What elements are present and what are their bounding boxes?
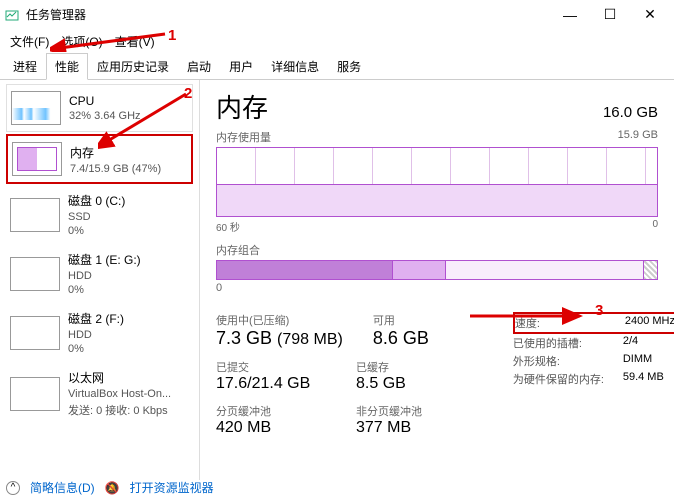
- tabbar: 进程 性能 应用历史记录 启动 用户 详细信息 服务: [0, 52, 674, 80]
- mem-details-table: 速度:2400 MHz 已使用的插槽:2/4 外形规格:DIMM 为硬件保留的内…: [513, 312, 674, 437]
- sidebar-item-ethernet[interactable]: 以太网VirtualBox Host-On...发送: 0 接收: 0 Kbps: [6, 363, 193, 424]
- page-title: 内存: [216, 88, 268, 125]
- disk-thumb: [10, 257, 60, 291]
- sidebar-item-disk0[interactable]: 磁盘 0 (C:)SSD0%: [6, 186, 193, 243]
- tab-services[interactable]: 服务: [328, 53, 370, 79]
- disk-thumb: [10, 316, 60, 350]
- tab-performance[interactable]: 性能: [46, 53, 88, 80]
- brief-info-link[interactable]: 简略信息(D): [30, 479, 95, 496]
- chevron-up-icon[interactable]: ^: [6, 481, 20, 495]
- tab-details[interactable]: 详细信息: [262, 53, 328, 79]
- net-thumb: [10, 377, 60, 411]
- menubar: 文件(F) 选项(O) 查看(V): [0, 30, 674, 52]
- sidebar-item-disk2[interactable]: 磁盘 2 (F:)HDD0%: [6, 304, 193, 361]
- minimize-button[interactable]: —: [550, 0, 590, 30]
- monitor-icon: 🔕: [105, 481, 120, 495]
- window-title: 任务管理器: [26, 6, 550, 23]
- tab-users[interactable]: 用户: [220, 53, 262, 79]
- tab-startup[interactable]: 启动: [178, 53, 220, 79]
- mem-composition-chart: [216, 260, 658, 280]
- app-icon: [4, 7, 20, 23]
- menu-view[interactable]: 查看(V): [109, 31, 161, 52]
- mem-usage-chart: [216, 147, 658, 217]
- perf-sidebar: CPU32% 3.64 GHz 内存7.4/15.9 GB (47%) 磁盘 0…: [0, 80, 200, 480]
- cpu-thumb: [11, 91, 61, 125]
- sidebar-item-cpu[interactable]: CPU32% 3.64 GHz: [6, 84, 193, 132]
- menu-options[interactable]: 选项(O): [55, 31, 108, 52]
- maximize-button[interactable]: ☐: [590, 0, 630, 30]
- close-button[interactable]: ✕: [630, 0, 670, 30]
- mem-thumb: [12, 142, 62, 176]
- tab-processes[interactable]: 进程: [4, 53, 46, 79]
- mem-speed: 2400 MHz: [625, 315, 674, 331]
- tab-history[interactable]: 应用历史记录: [88, 53, 178, 79]
- disk-thumb: [10, 198, 60, 232]
- sidebar-item-disk1[interactable]: 磁盘 1 (E: G:)HDD0%: [6, 245, 193, 302]
- open-resource-monitor-link[interactable]: 打开资源监视器: [130, 479, 214, 496]
- sidebar-item-memory[interactable]: 内存7.4/15.9 GB (47%): [6, 134, 193, 184]
- mem-total: 16.0 GB: [603, 104, 658, 121]
- menu-file[interactable]: 文件(F): [4, 31, 55, 52]
